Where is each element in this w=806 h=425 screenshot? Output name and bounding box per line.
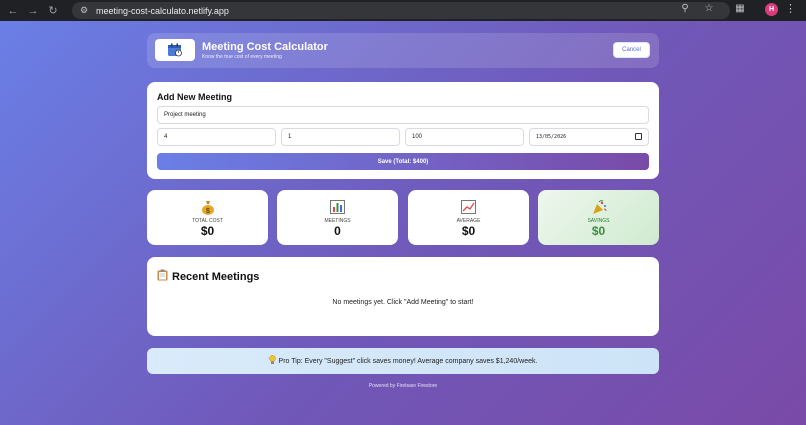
stat-value: $0 bbox=[200, 224, 215, 238]
duration-input[interactable]: 1 bbox=[281, 128, 400, 146]
recent-meetings-panel: Recent Meetings No meetings yet. Click "… bbox=[147, 257, 659, 336]
save-button[interactable]: Save (Total: $400) bbox=[157, 153, 649, 170]
stat-value: 0 bbox=[334, 224, 341, 238]
bar-chart-icon bbox=[277, 200, 398, 214]
pro-tip-text: Pro Tip: Every "Suggest" click saves mon… bbox=[278, 357, 538, 365]
page-subtitle: Know the true cost of every meeting bbox=[202, 54, 282, 60]
app-header: Meeting Cost Calculator Know the true co… bbox=[147, 33, 659, 68]
cancel-button[interactable]: Cancel bbox=[613, 42, 650, 58]
money-bag-icon: $ bbox=[147, 200, 268, 215]
lightbulb-icon bbox=[268, 355, 276, 367]
reload-icon[interactable]: ↻ bbox=[45, 3, 61, 19]
form-title: Add New Meeting bbox=[157, 92, 233, 102]
footer-text: Powered by Firebase Firestore bbox=[368, 383, 438, 389]
forward-arrow-icon[interactable]: → bbox=[25, 3, 41, 19]
date-input[interactable]: 13/05/2026 bbox=[529, 128, 649, 146]
recent-meetings-heading: Recent Meetings bbox=[157, 269, 259, 284]
browser-menu-icon[interactable]: ⋮ bbox=[785, 2, 796, 15]
profile-avatar[interactable]: H bbox=[765, 3, 778, 16]
calendar-picker-icon[interactable] bbox=[635, 133, 642, 140]
back-arrow-icon[interactable]: ← bbox=[5, 3, 21, 19]
attendees-input[interactable]: 4 bbox=[157, 128, 276, 146]
svg-text:$: $ bbox=[206, 208, 210, 215]
address-bar[interactable]: ⚙ meeting-cost-calculato.netlify.app ⚲ ☆ bbox=[72, 2, 730, 19]
page-title: Meeting Cost Calculator bbox=[202, 41, 328, 53]
trend-chart-icon bbox=[408, 200, 529, 214]
pro-tip-banner: Pro Tip: Every "Suggest" click saves mon… bbox=[147, 348, 659, 374]
date-value: 13/05/2026 bbox=[536, 134, 567, 140]
empty-state-message: No meetings yet. Click "Add Meeting" to … bbox=[332, 299, 474, 306]
page-background: Meeting Cost Calculator Know the true co… bbox=[0, 21, 806, 425]
stat-value: $0 bbox=[591, 224, 606, 238]
stat-value: $0 bbox=[461, 224, 476, 238]
clipboard-icon bbox=[157, 269, 168, 284]
calendar-logo-icon bbox=[155, 39, 195, 61]
recent-meetings-title: Recent Meetings bbox=[172, 270, 260, 283]
party-popper-icon bbox=[538, 200, 659, 215]
hourly-rate-input[interactable]: 100 bbox=[405, 128, 524, 146]
stat-card-total-cost: $ TOTAL COST $0 bbox=[147, 190, 268, 245]
meeting-name-input[interactable]: Project meeting bbox=[157, 106, 649, 124]
stat-card-average: AVERAGE $0 bbox=[408, 190, 529, 245]
add-meeting-form: Add New Meeting Project meeting 4 1 100 … bbox=[147, 82, 659, 179]
extensions-icon[interactable]: ▦ bbox=[733, 3, 747, 14]
bookmark-star-icon[interactable]: ☆ bbox=[702, 3, 716, 14]
stat-card-meetings: MEETINGS 0 bbox=[277, 190, 398, 245]
zoom-icon[interactable]: ⚲ bbox=[678, 3, 692, 14]
url-text: meeting-cost-calculato.netlify.app bbox=[96, 5, 229, 16]
browser-toolbar: ← → ↻ ⚙ meeting-cost-calculato.netlify.a… bbox=[0, 0, 806, 21]
site-settings-icon[interactable]: ⚙ bbox=[78, 5, 90, 16]
stat-card-savings: SAVINGS $0 bbox=[538, 190, 659, 245]
